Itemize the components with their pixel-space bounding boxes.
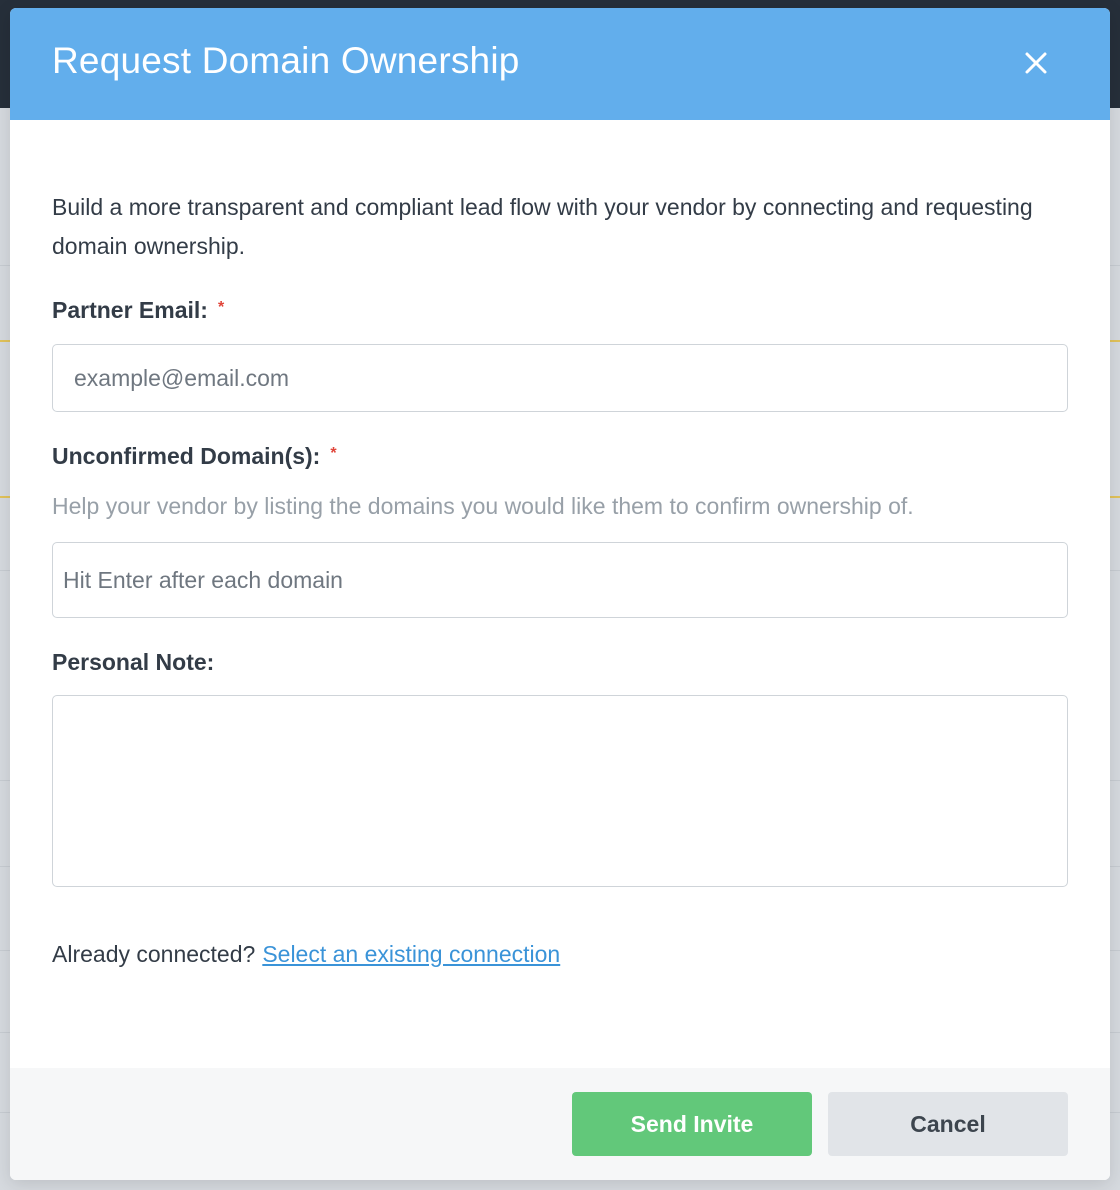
required-marker: *	[330, 445, 337, 462]
personal-note-textarea[interactable]	[52, 695, 1068, 887]
unconfirmed-domains-label: Unconfirmed Domain(s): *	[52, 443, 337, 470]
partner-email-label-text: Partner Email:	[52, 297, 208, 323]
already-connected-line: Already connected? Select an existing con…	[52, 941, 560, 968]
partner-email-input[interactable]	[52, 344, 1068, 412]
cancel-button[interactable]: Cancel	[828, 1092, 1068, 1156]
close-icon	[1025, 52, 1047, 74]
required-marker: *	[217, 299, 225, 316]
send-invite-button[interactable]: Send Invite	[572, 1092, 812, 1156]
unconfirmed-domains-label-text: Unconfirmed Domain(s):	[52, 443, 321, 469]
modal-header: Request Domain Ownership	[10, 8, 1110, 120]
unconfirmed-domains-help: Help your vendor by listing the domains …	[52, 493, 914, 519]
modal-footer: Send Invite Cancel	[10, 1068, 1110, 1180]
already-connected-text: Already connected?	[52, 941, 256, 967]
partner-email-label: Partner Email: *	[52, 297, 224, 324]
select-existing-connection-link[interactable]: Select an existing connection	[262, 941, 560, 967]
unconfirmed-domains-input[interactable]	[52, 542, 1068, 618]
intro-text: Build a more transparent and compliant l…	[52, 194, 1033, 259]
modal-title: Request Domain Ownership	[52, 40, 520, 81]
personal-note-label: Personal Note:	[52, 649, 215, 675]
close-button[interactable]	[1018, 45, 1054, 81]
request-domain-ownership-modal: Request Domain Ownership Build a more tr…	[10, 8, 1110, 1180]
